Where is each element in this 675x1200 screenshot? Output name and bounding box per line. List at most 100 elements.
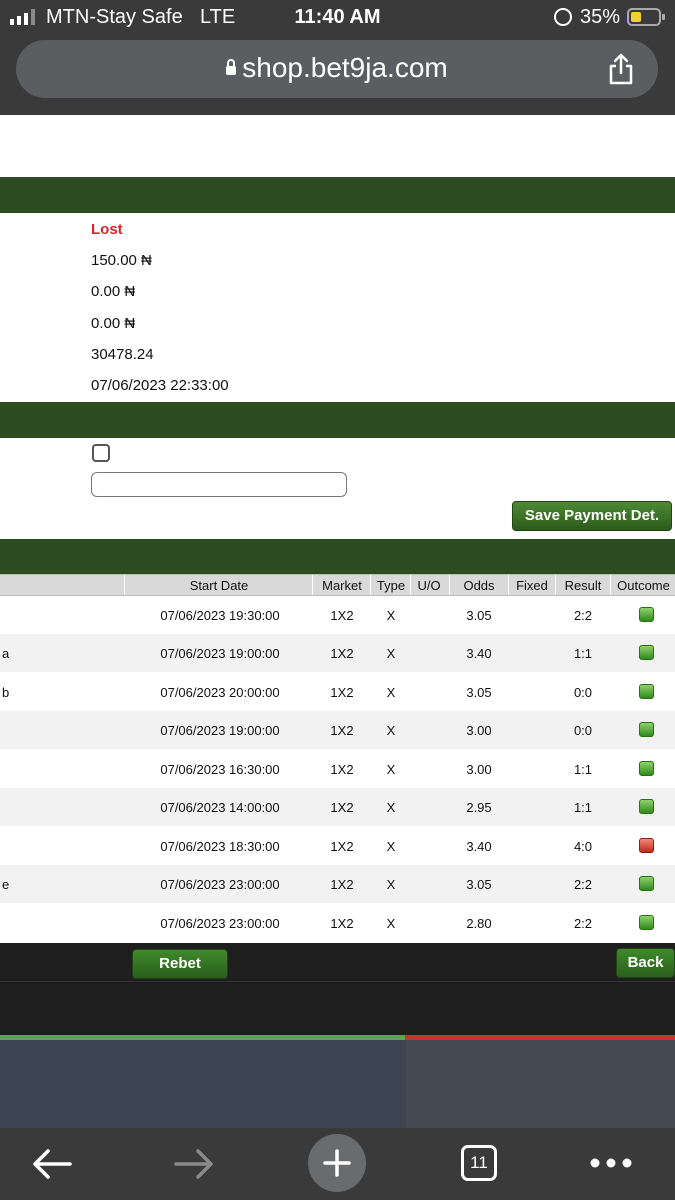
row-result: 2:2 <box>573 916 593 931</box>
table-row[interactable]: e 07/06/2023 23:00:00 1X2 X 3.05 2:2 <box>0 865 675 903</box>
row-result: 1:1 <box>573 800 593 815</box>
table-row[interactable]: b 07/06/2023 20:00:00 1X2 X 3.05 0:0 <box>0 673 675 711</box>
url-display[interactable]: shop.bet9ja.com <box>16 52 658 84</box>
outcome-won-icon <box>639 761 654 776</box>
row-odds: 3.05 <box>466 608 492 623</box>
table-row[interactable]: 07/06/2023 23:00:00 1X2 X 2.80 2:2 <box>0 904 675 942</box>
table-row[interactable]: a 07/06/2023 19:00:00 1X2 X 3.40 1:1 <box>0 634 675 672</box>
action-bar <box>0 943 675 1035</box>
save-payment-button[interactable]: Save Payment Det. <box>512 501 672 531</box>
bottom-panel-left <box>0 1040 406 1128</box>
table-row[interactable]: 07/06/2023 19:30:00 1X2 X 3.05 2:2 <box>0 596 675 634</box>
row-odds: 3.40 <box>466 839 492 854</box>
row-odds: 3.05 <box>466 877 492 892</box>
row-result: 4:0 <box>573 839 593 854</box>
event-name-fragment: e <box>2 877 10 892</box>
row-start-date: 07/06/2023 18:30:00 <box>160 839 280 854</box>
col-type: Type <box>376 578 406 593</box>
share-icon[interactable] <box>604 52 638 86</box>
row-result: 1:1 <box>573 646 593 661</box>
row-start-date: 07/06/2023 19:00:00 <box>160 646 280 661</box>
bonus-value: 0.00 ₦ <box>91 315 136 332</box>
total-odds-value: 30478.24 <box>91 346 154 363</box>
row-start-date: 07/06/2023 16:30:00 <box>160 762 280 777</box>
row-type: X <box>386 800 396 815</box>
more-icon[interactable] <box>588 1156 634 1170</box>
orientation-lock-icon <box>554 8 572 26</box>
row-odds: 3.40 <box>466 646 492 661</box>
row-start-date: 07/06/2023 19:30:00 <box>160 608 280 623</box>
bottom-panel-right <box>406 1040 675 1128</box>
back-arrow-icon[interactable] <box>30 1144 74 1184</box>
winnings-value: 0.00 ₦ <box>91 283 136 300</box>
row-type: X <box>386 608 396 623</box>
payment-header-band <box>0 402 675 438</box>
row-odds: 3.05 <box>466 685 492 700</box>
outcome-won-icon <box>639 722 654 737</box>
row-market: 1X2 <box>330 916 354 931</box>
col-outcome: Outcome <box>617 578 670 593</box>
row-start-date: 07/06/2023 23:00:00 <box>160 916 280 931</box>
divider <box>0 981 675 982</box>
row-odds: 2.80 <box>466 916 492 931</box>
row-type: X <box>386 723 396 738</box>
selections-header-band <box>0 539 675 575</box>
row-type: X <box>386 685 396 700</box>
payment-input[interactable] <box>91 472 347 497</box>
bet-status: Lost <box>91 221 123 238</box>
table-row[interactable]: 07/06/2023 19:00:00 1X2 X 3.00 0:0 <box>0 711 675 749</box>
url-text: shop.bet9ja.com <box>242 52 448 83</box>
row-type: X <box>386 839 396 854</box>
col-result: Result <box>564 578 602 593</box>
battery-percent: 35% <box>580 6 621 28</box>
browser-header: shop.bet9ja.com <box>0 36 675 115</box>
outcome-won-icon <box>639 915 654 930</box>
new-tab-button[interactable] <box>308 1134 366 1192</box>
row-market: 1X2 <box>330 608 354 623</box>
row-market: 1X2 <box>330 839 354 854</box>
outcome-won-icon <box>639 645 654 660</box>
outcome-won-icon <box>639 799 654 814</box>
row-market: 1X2 <box>330 723 354 738</box>
status-bar: MTN-Stay Safe LTE 11:40 AM 35% <box>0 0 675 36</box>
forward-arrow-icon[interactable] <box>172 1144 216 1184</box>
outcome-won-icon <box>639 684 654 699</box>
tabs-button[interactable]: 11 <box>461 1145 497 1181</box>
row-start-date: 07/06/2023 20:00:00 <box>160 685 280 700</box>
table-row[interactable]: 07/06/2023 18:30:00 1X2 X 3.40 4:0 <box>0 827 675 865</box>
row-market: 1X2 <box>330 685 354 700</box>
plus-icon <box>323 1149 351 1177</box>
row-result: 2:2 <box>573 608 593 623</box>
clock: 11:40 AM <box>294 6 381 28</box>
table-row[interactable]: 07/06/2023 16:30:00 1X2 X 3.00 1:1 <box>0 750 675 788</box>
bottom-panels <box>0 1040 675 1128</box>
outcome-lost-icon <box>639 838 654 853</box>
address-bar[interactable]: shop.bet9ja.com <box>16 40 658 98</box>
row-start-date: 07/06/2023 14:00:00 <box>160 800 280 815</box>
row-start-date: 07/06/2023 23:00:00 <box>160 877 280 892</box>
row-market: 1X2 <box>330 762 354 777</box>
event-name-fragment: b <box>2 685 10 700</box>
col-uo: U/O <box>417 578 441 593</box>
row-type: X <box>386 916 396 931</box>
row-type: X <box>386 877 396 892</box>
stake-value: 150.00 ₦ <box>91 252 152 269</box>
row-type: X <box>386 762 396 777</box>
col-market: Market <box>322 578 362 593</box>
table-row[interactable]: 07/06/2023 14:00:00 1X2 X 2.95 1:1 <box>0 788 675 826</box>
event-name-fragment: a <box>2 646 10 661</box>
back-button[interactable]: Back <box>616 948 675 978</box>
row-start-date: 07/06/2023 19:00:00 <box>160 723 280 738</box>
details-header-band <box>0 177 675 213</box>
row-type: X <box>386 646 396 661</box>
row-result: 0:0 <box>573 685 593 700</box>
col-odds: Odds <box>463 578 495 593</box>
payment-checkbox[interactable] <box>92 444 110 462</box>
outcome-won-icon <box>639 607 654 622</box>
row-odds: 3.00 <box>466 762 492 777</box>
row-result: 2:2 <box>573 877 593 892</box>
table-header: Start Date Market Type U/O Odds Fixed Re… <box>0 574 675 596</box>
row-market: 1X2 <box>330 877 354 892</box>
rebet-button[interactable]: Rebet <box>132 949 228 979</box>
row-result: 0:0 <box>573 723 593 738</box>
